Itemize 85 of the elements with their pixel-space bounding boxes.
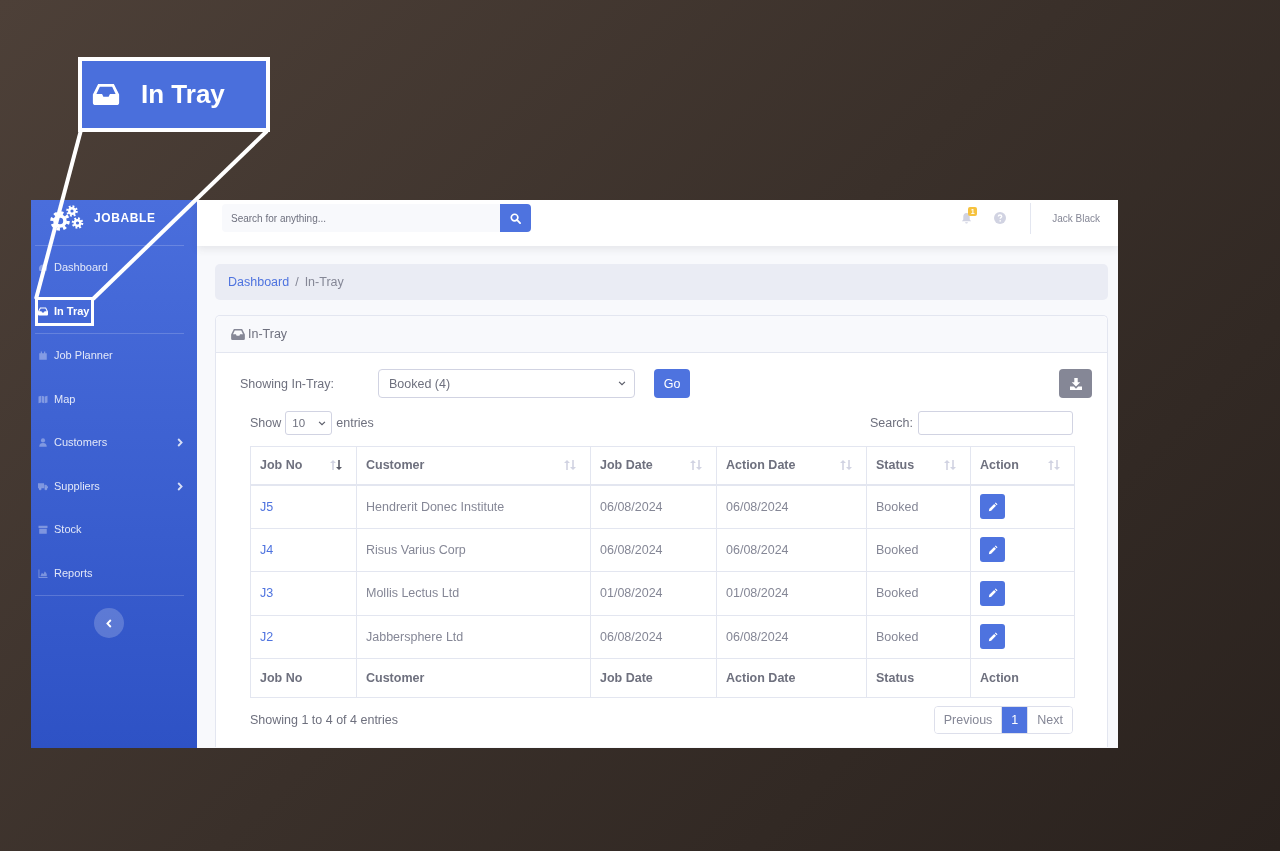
table-cell: 06/08/2024 (716, 484, 867, 528)
table-cell: 06/08/2024 (716, 615, 867, 659)
table-cell: Risus Varius Corp (356, 528, 591, 572)
sidebar-item[interactable]: Stock (35, 515, 87, 545)
table-cell: 06/08/2024 (716, 528, 867, 572)
pencil-icon (987, 631, 998, 642)
user-name[interactable]: Jack Black (1052, 212, 1100, 224)
calendar-icon (38, 351, 48, 361)
table-cell: 01/08/2024 (716, 571, 867, 615)
search-icon (510, 212, 521, 224)
column-header[interactable]: Action Date (716, 446, 867, 485)
column-footer: Action Date (716, 658, 867, 698)
column-footer: Job Date (590, 658, 717, 698)
gauge-icon (38, 263, 48, 273)
breadcrumb-link[interactable]: Dashboard (228, 275, 290, 289)
edit-button[interactable] (980, 580, 1005, 606)
pagination-button[interactable]: Next (1027, 707, 1072, 733)
chevron-down-icon (618, 381, 626, 386)
show-label: Show (250, 416, 282, 430)
column-footer: Customer (356, 658, 591, 698)
column-header[interactable]: Job Date (590, 446, 717, 485)
sidebar-item[interactable]: Map (35, 384, 81, 414)
column-footer: Status (866, 658, 971, 698)
search-label: Search: (869, 416, 913, 430)
column-footer: Action (970, 658, 1075, 698)
edit-button[interactable] (980, 624, 1005, 650)
entries-select[interactable]: 10 (285, 411, 333, 435)
table-cell: Booked (866, 571, 971, 615)
job-number-link[interactable]: J2 (260, 629, 274, 644)
sidebar-item[interactable]: Customers (35, 428, 113, 458)
in-tray-select[interactable]: Booked (4) (378, 369, 635, 398)
download-button[interactable] (1059, 369, 1092, 398)
inbox-icon (38, 306, 48, 316)
table-cell: Booked (866, 484, 971, 528)
table-cell: 06/08/2024 (590, 528, 717, 572)
pencil-icon (987, 588, 998, 599)
download-icon (1069, 377, 1082, 390)
job-number-link[interactable]: J4 (260, 542, 274, 557)
card-title: In-Tray (248, 327, 288, 341)
column-header[interactable]: Customer (356, 446, 591, 485)
search-button[interactable] (500, 204, 531, 232)
go-button[interactable]: Go (654, 369, 690, 398)
job-number-link[interactable]: J5 (260, 499, 274, 514)
table-cell: Mollis Lectus Ltd (356, 571, 591, 615)
inbox-icon (91, 84, 121, 105)
inbox-icon (231, 328, 245, 340)
column-header[interactable]: Status (866, 446, 971, 485)
breadcrumb-separator: / (295, 275, 299, 289)
table-cell: Hendrerit Donec Institute (356, 484, 591, 528)
filter-label: Showing In-Tray: (240, 376, 336, 391)
breadcrumb-current: In-Tray (304, 275, 344, 289)
search-field[interactable]: Search for anything... (222, 204, 500, 232)
sidebar-item[interactable]: Reports (35, 558, 98, 588)
sidebar-item[interactable]: Dashboard (35, 253, 113, 283)
pencil-icon (987, 501, 998, 512)
table-cell: Booked (866, 528, 971, 572)
chevron-down-icon (318, 420, 327, 426)
table-search-field[interactable] (918, 411, 1073, 435)
truck-icon (38, 481, 48, 491)
sidebar-item[interactable]: Suppliers (35, 471, 105, 501)
table-cell: 06/08/2024 (590, 615, 717, 659)
pagination-button[interactable]: 1 (1001, 707, 1028, 733)
table-info: Showing 1 to 4 of 4 entries (250, 713, 398, 727)
edit-button[interactable] (980, 494, 1005, 519)
map-icon (38, 394, 48, 404)
sidebar-item[interactable]: In Tray (35, 296, 95, 326)
archive-icon (38, 525, 48, 535)
table-cell: 01/08/2024 (590, 571, 717, 615)
chevron-left-icon (106, 618, 112, 628)
entries-label: entries (336, 416, 374, 430)
sidebar-item[interactable]: Job Planner (35, 341, 118, 371)
gears-icon (50, 204, 84, 231)
table-cell: Booked (866, 615, 971, 659)
table-cell: 06/08/2024 (590, 484, 717, 528)
collapse-sidebar-button[interactable] (94, 608, 124, 638)
edit-button[interactable] (980, 537, 1005, 563)
table-cell: Jabbersphere Ltd (356, 615, 591, 659)
column-footer: Job No (250, 658, 357, 698)
pencil-icon (987, 544, 998, 555)
column-header[interactable]: Job No (250, 446, 357, 485)
brand-name: JOBABLE (94, 210, 156, 225)
column-header[interactable]: Action (970, 446, 1075, 485)
job-number-link[interactable]: J3 (260, 586, 274, 601)
callout-label: In Tray (141, 79, 225, 110)
user-icon (38, 438, 48, 448)
